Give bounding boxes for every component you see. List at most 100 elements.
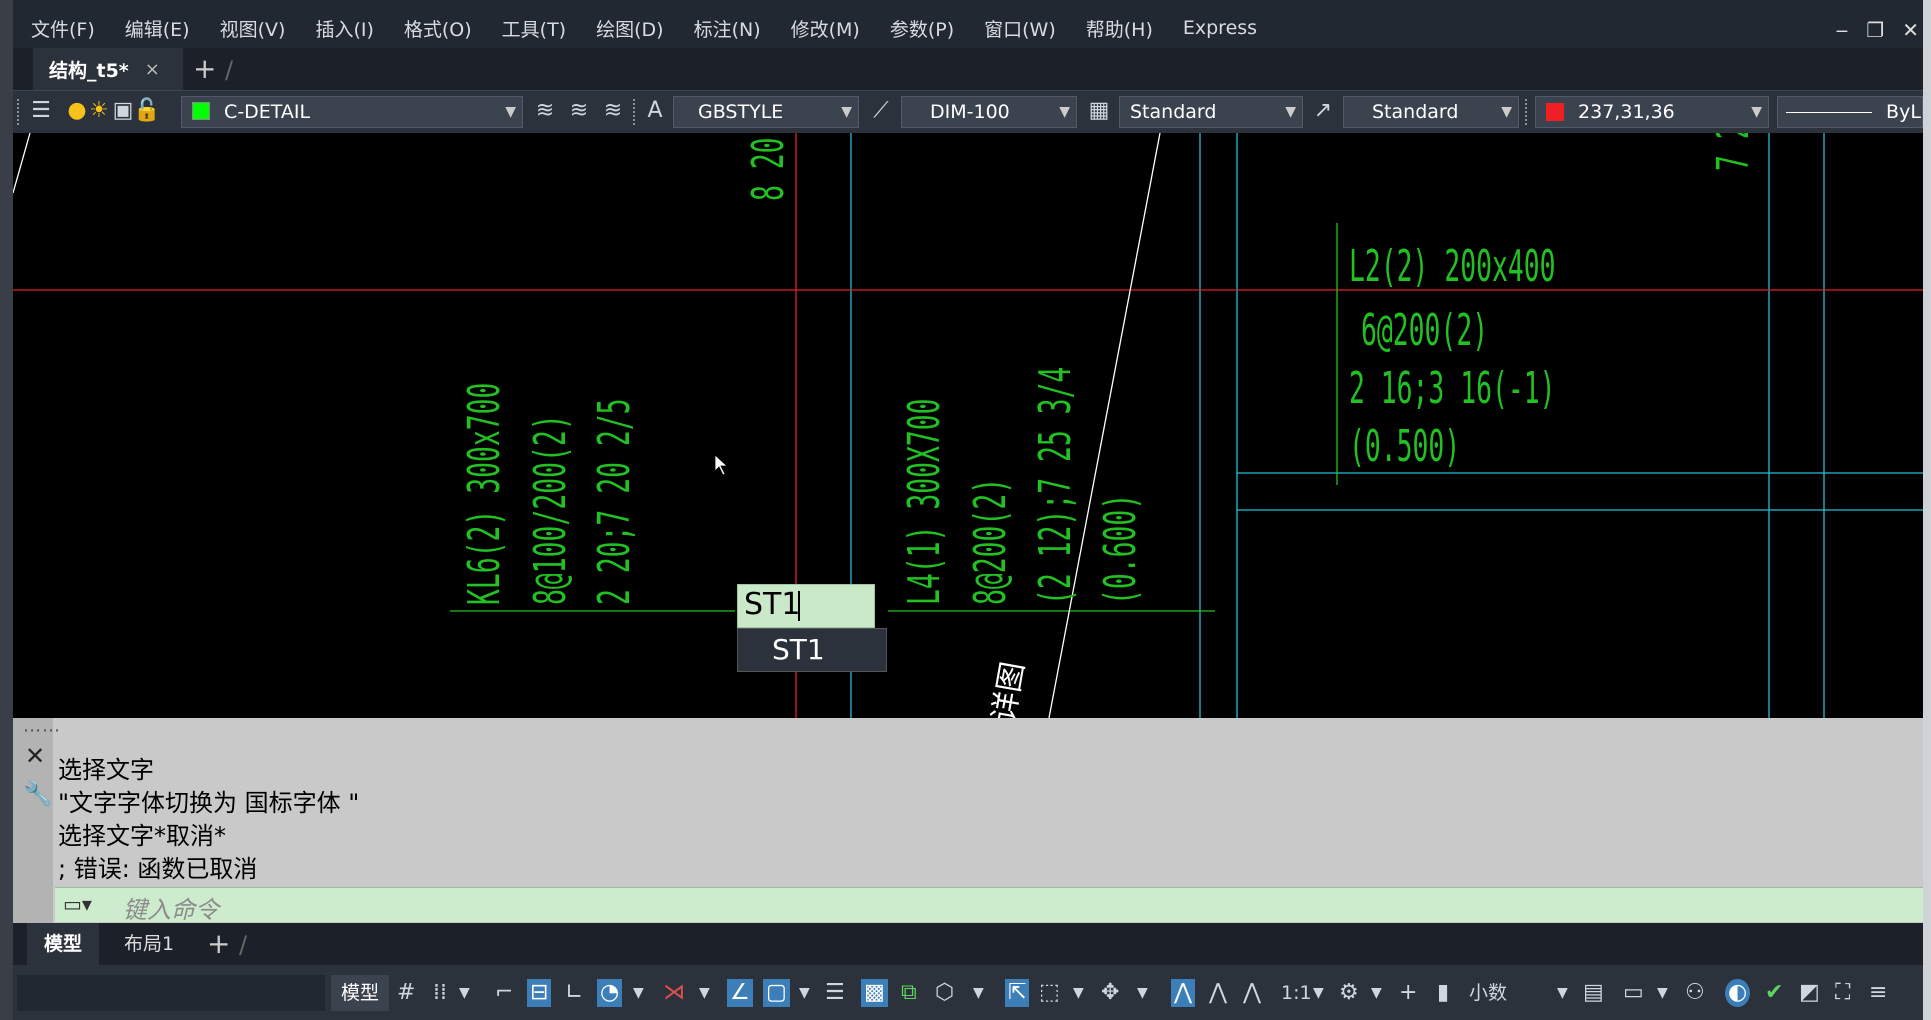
new-tab-button[interactable]: + (193, 52, 216, 85)
model-space-button[interactable]: 模型 (331, 975, 389, 1011)
layer-dropdown[interactable]: C-DETAIL ▼ (181, 96, 523, 128)
beam-label-top1[interactable]: 8 20 (742, 137, 794, 201)
dynamic-ucs-icon[interactable]: ⇱ (1005, 979, 1030, 1007)
fullscreen-icon[interactable]: ⛶ (1835, 979, 1850, 1007)
isolate-objects-icon[interactable]: ⚇ (1685, 979, 1705, 1007)
table-style-icon[interactable]: ▦ (1085, 97, 1113, 125)
tab-model[interactable]: 模型 (27, 923, 99, 965)
autocomplete-item[interactable]: ST1 (772, 633, 825, 666)
close-icon[interactable]: ✕ (25, 742, 45, 770)
wrench-icon[interactable]: 🔧 (23, 780, 53, 808)
object-snap-tracking-icon[interactable]: ∠ (727, 979, 753, 1007)
drawing-canvas[interactable]: 8 20 7 2 KL6(2) 300x700 8@100/200(2) 2 2… (13, 133, 1923, 718)
dynamic-input-icon[interactable]: ⊟ (527, 979, 552, 1007)
beam-label-l2-name[interactable]: L2(2) 200x400 (1349, 240, 1556, 292)
isometric-icon[interactable]: ⋊ (663, 979, 685, 1007)
menu-insert[interactable]: 插入(I) (315, 15, 373, 42)
layer-isolate-icon[interactable]: ≋ (599, 97, 627, 125)
chevron-down-icon[interactable]: ▼ (973, 979, 984, 1007)
dim-style-icon[interactable]: ⟋ (867, 97, 895, 125)
selection-cycling-icon[interactable]: ⧉ (901, 979, 917, 1007)
3d-osnap-icon[interactable]: ⬡ (935, 979, 954, 1007)
minimize-icon[interactable]: ‒ (1836, 18, 1849, 42)
hardware-acceleration-icon[interactable]: ◐ (1725, 979, 1751, 1007)
transparency-icon[interactable]: ▩ (861, 979, 888, 1007)
command-panel-grip[interactable]: ⋯⋯ (23, 720, 61, 741)
toolbar-grip[interactable] (17, 99, 23, 125)
menu-dimension[interactable]: 标注(N) (694, 15, 761, 42)
menu-help[interactable]: 帮助(H) (1086, 15, 1153, 42)
menu-edit[interactable]: 编辑(E) (125, 15, 190, 42)
tab-close-icon[interactable]: × (145, 59, 160, 80)
close-icon[interactable]: ✕ (1902, 18, 1919, 42)
beam-label-l4-name[interactable]: L4(1) 300X700 (898, 398, 950, 605)
chevron-down-icon[interactable]: ▼ (459, 979, 470, 1007)
add-layout-button[interactable]: + (207, 927, 230, 960)
quick-properties-icon[interactable]: ▤ (1583, 979, 1604, 1007)
menu-file[interactable]: 文件(F) (31, 15, 95, 42)
table-style-dropdown[interactable]: Standard ▼ (1119, 96, 1303, 128)
menu-parametric[interactable]: 参数(P) (890, 15, 954, 42)
selection-filter-icon[interactable]: ⬚ (1039, 979, 1060, 1007)
beam-label-l4-rebar[interactable]: (2 12);7 25 3/4 (1029, 367, 1081, 605)
annotation-scale-value[interactable]: 1:1 (1281, 979, 1312, 1007)
customization-menu-icon[interactable]: ≡ (1869, 979, 1887, 1007)
chevron-down-icon[interactable]: ▼ (633, 979, 644, 1007)
beam-label-l2-elevation[interactable]: (0.500) (1349, 420, 1460, 472)
chevron-down-icon[interactable]: ▼ (1657, 979, 1668, 1007)
beam-label-kl6-rebar[interactable]: 2 20;7 20 2/5 (588, 398, 640, 605)
text-style-dropdown[interactable]: GBSTYLE ▼ (673, 96, 859, 128)
clean-screen-check-icon[interactable]: ✔ (1765, 979, 1783, 1007)
layer-unlock-icon[interactable]: 🔓 (133, 97, 161, 125)
menu-tools[interactable]: 工具(T) (502, 15, 566, 42)
beam-label-l4-stirrup[interactable]: 8@200(2) (964, 478, 1016, 605)
beam-label-kl6-name[interactable]: KL6(2) 300x700 (458, 383, 510, 605)
menu-window[interactable]: 窗口(W) (984, 15, 1056, 42)
toolbar-grip[interactable] (633, 99, 639, 125)
inline-text-editor[interactable]: ST1 (737, 584, 875, 628)
document-tab[interactable]: 结构_t5* × (33, 48, 183, 90)
layer-previous-icon[interactable]: ≋ (565, 97, 593, 125)
chevron-down-icon[interactable]: ▼ (799, 979, 810, 1007)
beam-label-l2-stirrup[interactable]: 6@200(2) (1361, 304, 1488, 356)
tab-layout1[interactable]: 布局1 (109, 923, 189, 965)
lineweight-icon[interactable]: ☰ (825, 979, 845, 1007)
restore-icon[interactable]: ❐ (1866, 18, 1884, 42)
layer-properties-icon[interactable]: ☰ (27, 97, 55, 125)
menu-express[interactable]: Express (1183, 17, 1257, 39)
chevron-down-icon[interactable]: ▼ (1371, 979, 1382, 1007)
mleader-style-icon[interactable]: ↗ (1309, 97, 1337, 125)
grid-icon[interactable]: # (397, 979, 415, 1007)
linetype-dropdown[interactable]: ByLaye (1777, 96, 1923, 128)
chevron-down-icon[interactable]: ▼ (1313, 979, 1324, 1007)
color-dropdown[interactable]: 237,31,36 ▼ (1535, 96, 1769, 128)
command-input[interactable]: 键入命令 (123, 890, 219, 925)
polar-tracking-icon[interactable]: ◔ (597, 979, 623, 1007)
beam-label-l4-elevation[interactable]: (0.600) (1094, 494, 1146, 605)
chevron-down-icon[interactable]: ▼ (1073, 979, 1084, 1007)
layer-match-icon[interactable]: ≋ (531, 97, 559, 125)
command-prompt-icon[interactable]: ▭▾ (63, 892, 92, 916)
gizmo-icon[interactable]: ✥ (1101, 979, 1119, 1007)
menu-view[interactable]: 视图(V) (220, 15, 286, 42)
beam-label-l2-rebar[interactable]: 2 16;3 16(-1) (1349, 362, 1556, 414)
detail-label[interactable]: 详图 (986, 659, 1031, 718)
menu-draw[interactable]: 绘图(D) (596, 15, 663, 42)
menu-modify[interactable]: 修改(M) (791, 15, 860, 42)
annotation-scale-icon[interactable]: ⋀ (1243, 979, 1261, 1007)
units-value[interactable]: 小数 (1469, 979, 1507, 1007)
command-input-bar[interactable]: ▭▾ 键入命令 (55, 887, 1923, 925)
graphics-performance-icon[interactable]: ◩ (1799, 979, 1820, 1007)
infer-constraints-icon[interactable]: ⌐ (495, 979, 513, 1007)
dim-style-dropdown[interactable]: DIM-100 ▼ (901, 96, 1077, 128)
snap-icon[interactable]: ⁞⁞ (433, 979, 447, 1007)
chevron-down-icon[interactable]: ▼ (1557, 979, 1568, 1007)
lock-ui-icon[interactable]: ▭ (1623, 979, 1644, 1007)
plus-icon[interactable]: + (1399, 979, 1417, 1007)
gear-icon[interactable]: ⚙ (1339, 979, 1359, 1007)
beam-label-top2[interactable]: 7 2 (1707, 133, 1759, 171)
mleader-style-dropdown[interactable]: Standard ▼ (1343, 96, 1519, 128)
text-style-icon[interactable]: A (641, 97, 669, 125)
auto-scale-icon[interactable]: ⋀ (1209, 979, 1227, 1007)
beam-label-kl6-stirrup[interactable]: 8@100/200(2) (524, 414, 576, 605)
